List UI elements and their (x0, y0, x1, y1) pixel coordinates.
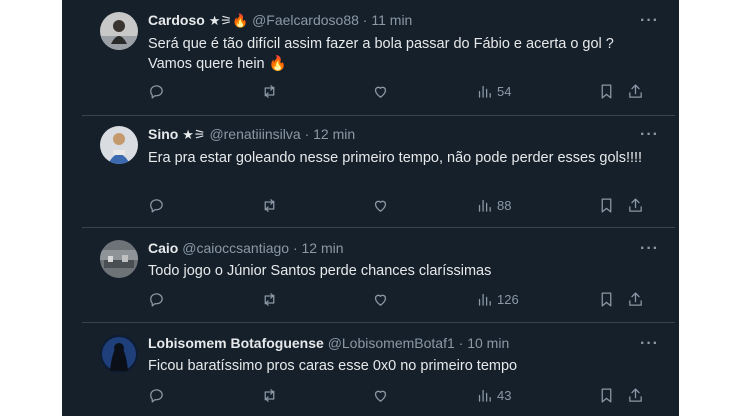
like-button[interactable] (372, 291, 389, 308)
view-count: 88 (497, 198, 512, 213)
views-button[interactable]: 43 (476, 387, 511, 404)
analytics-icon (478, 85, 491, 98)
more-options-icon[interactable]: ··· (640, 127, 659, 143)
bookmark-icon (601, 84, 612, 99)
retweet-button[interactable] (261, 83, 278, 100)
heart-icon (374, 86, 387, 98)
tweet-text: Era pra estar goleando nesse primeiro te… (148, 150, 643, 166)
like-button[interactable] (372, 387, 389, 404)
more-options-icon[interactable]: ··· (640, 241, 659, 257)
username[interactable]: @caioccsantiago (182, 240, 289, 256)
timestamp[interactable]: 12 min (302, 240, 344, 256)
like-button[interactable] (372, 83, 389, 100)
analytics-icon (478, 293, 491, 306)
retweet-button[interactable] (261, 387, 278, 404)
bookmark-button[interactable] (598, 387, 615, 404)
share-button[interactable] (627, 83, 644, 100)
timestamp[interactable]: 10 min (467, 335, 509, 351)
reply-button[interactable] (148, 197, 165, 214)
action-bar: 126 (148, 291, 675, 311)
display-name[interactable]: Cardoso (148, 12, 205, 28)
tweet[interactable]: Lobisomem Botafoguense @LobisomemBotaf1 … (82, 323, 675, 416)
heart-icon (374, 294, 387, 306)
like-button[interactable] (372, 197, 389, 214)
more-options-icon[interactable]: ··· (640, 13, 659, 29)
action-bar: 88 (148, 197, 675, 217)
bookmark-icon (601, 198, 612, 213)
separator: · (304, 126, 310, 142)
profile-badges: ★⚞🔥 (208, 13, 249, 28)
retweet-button[interactable] (261, 197, 278, 214)
avatar[interactable] (100, 12, 138, 50)
username[interactable]: @Faelcardoso88 (252, 12, 359, 28)
share-icon (629, 198, 642, 212)
reply-button[interactable] (148, 291, 165, 308)
retweet-icon (264, 199, 275, 212)
display-name[interactable]: Caio (148, 240, 178, 256)
share-icon (629, 388, 642, 402)
separator: · (362, 12, 368, 28)
reply-button[interactable] (148, 387, 165, 404)
timestamp[interactable]: 11 min (371, 12, 412, 28)
retweet-icon (264, 293, 275, 306)
tweet[interactable]: Caio @caioccsantiago · 12 min Todo jogo … (82, 228, 675, 323)
timeline-feed: Cardoso ★⚞🔥 @Faelcardoso88 · 11 min Será… (62, 0, 679, 416)
retweet-button[interactable] (261, 291, 278, 308)
tweet[interactable]: Cardoso ★⚞🔥 @Faelcardoso88 · 11 min Será… (82, 0, 675, 116)
views-button[interactable]: 88 (476, 197, 511, 214)
retweet-icon (264, 389, 275, 402)
view-count: 43 (497, 388, 512, 403)
tweet-header: Cardoso ★⚞🔥 @Faelcardoso88 · 11 min (148, 11, 661, 30)
tweet-text: Ficou baratíssimo pros caras esse 0x0 no… (148, 358, 518, 374)
bookmark-button[interactable] (598, 83, 615, 100)
retweet-icon (264, 85, 275, 98)
tweet-header: Lobisomem Botafoguense @LobisomemBotaf1 … (148, 334, 661, 352)
display-name[interactable]: Sino (148, 126, 178, 142)
separator: · (292, 240, 298, 256)
profile-badges: ★⚞ (182, 127, 206, 142)
share-button[interactable] (627, 387, 644, 404)
avatar[interactable] (100, 240, 138, 278)
share-icon (629, 84, 642, 98)
bookmark-icon (601, 388, 612, 403)
tweet-text: Será que é tão difícil assim fazer a bol… (148, 36, 614, 72)
reply-icon (150, 85, 163, 99)
action-bar: 54 (148, 83, 675, 103)
action-bar: 43 (148, 387, 675, 407)
tweet[interactable]: Sino ★⚞ @renatiiinsilva · 12 min Era pra… (82, 116, 675, 228)
separator: · (458, 335, 464, 351)
more-options-icon[interactable]: ··· (640, 336, 659, 352)
tweet-header: Caio @caioccsantiago · 12 min (148, 239, 661, 257)
avatar[interactable] (100, 126, 138, 164)
share-icon (629, 292, 642, 306)
bookmark-icon (601, 292, 612, 307)
tweet-text: Todo jogo o Júnior Santos perde chances … (148, 263, 492, 279)
heart-icon (374, 200, 387, 212)
avatar[interactable] (100, 335, 138, 373)
reply-button[interactable] (148, 83, 165, 100)
share-button[interactable] (627, 197, 644, 214)
reply-icon (150, 389, 163, 403)
views-button[interactable]: 54 (476, 83, 511, 100)
reply-icon (150, 293, 163, 307)
reply-icon (150, 199, 163, 213)
analytics-icon (478, 389, 491, 402)
username[interactable]: @LobisomemBotaf1 (328, 335, 455, 351)
username[interactable]: @renatiiinsilva (209, 126, 300, 142)
heart-icon (374, 390, 387, 402)
views-button[interactable]: 126 (476, 291, 519, 308)
bookmark-button[interactable] (598, 197, 615, 214)
share-button[interactable] (627, 291, 644, 308)
view-count: 54 (497, 84, 512, 99)
tweet-header: Sino ★⚞ @renatiiinsilva · 12 min (148, 125, 661, 144)
view-count: 126 (497, 292, 519, 307)
display-name[interactable]: Lobisomem Botafoguense (148, 335, 324, 351)
timestamp[interactable]: 12 min (313, 126, 355, 142)
analytics-icon (478, 199, 491, 212)
bookmark-button[interactable] (598, 291, 615, 308)
